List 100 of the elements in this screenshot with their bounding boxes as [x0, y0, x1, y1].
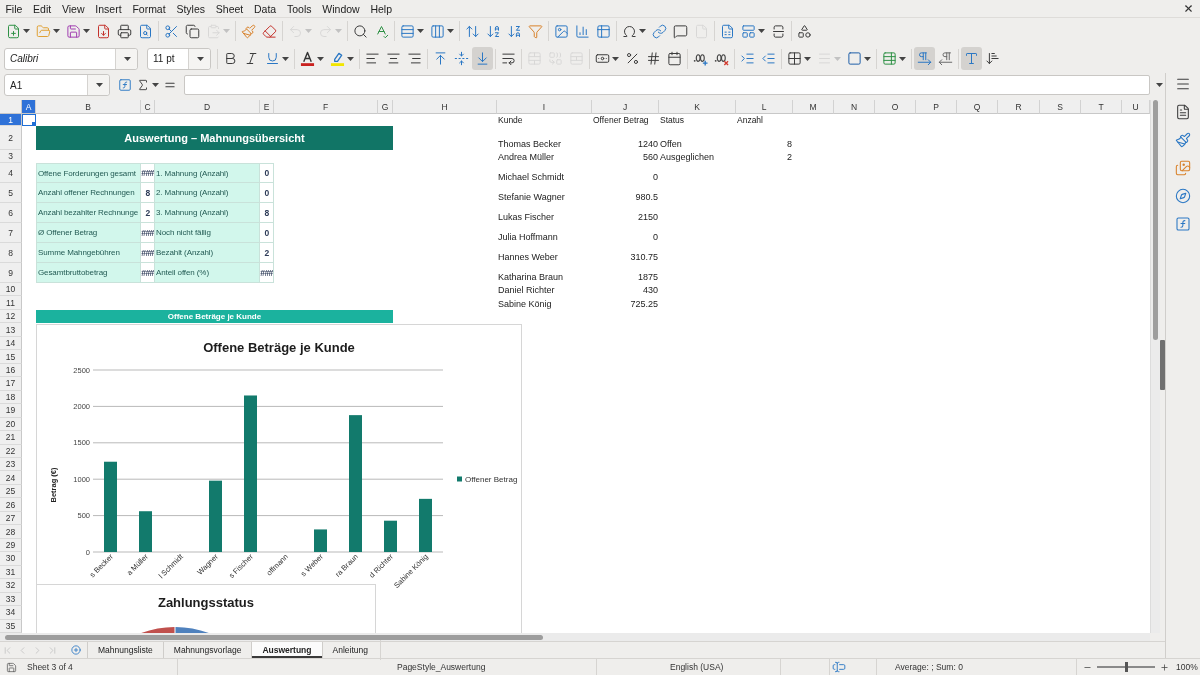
column-header[interactable]: J: [592, 100, 659, 114]
caret-icon[interactable]: [899, 56, 906, 61]
caret-icon[interactable]: [96, 83, 103, 87]
row-header[interactable]: 21: [0, 431, 22, 445]
row-header[interactable]: 24: [0, 471, 22, 485]
caret-icon[interactable]: [53, 29, 60, 33]
vertical-scrollbar[interactable]: [1150, 100, 1160, 633]
scrollbar-thumb[interactable]: [5, 634, 543, 640]
caret-icon[interactable]: [124, 56, 131, 61]
row-header[interactable]: 28: [0, 525, 22, 539]
images-icon[interactable]: [1175, 160, 1191, 176]
row-header[interactable]: 30: [0, 552, 22, 566]
column-header[interactable]: K: [659, 100, 736, 114]
row-header[interactable]: 5: [0, 183, 22, 203]
row-header[interactable]: 26: [0, 498, 22, 512]
column-header[interactable]: U: [1122, 100, 1150, 114]
caret-icon[interactable]: [83, 29, 90, 33]
name-box[interactable]: A1: [4, 74, 110, 96]
compass-icon[interactable]: [1175, 188, 1191, 204]
omega-icon[interactable]: [622, 23, 637, 39]
column-header[interactable]: Q: [957, 100, 998, 114]
caret-icon[interactable]: [864, 56, 871, 61]
caret-icon[interactable]: [612, 56, 619, 61]
column-header[interactable]: O: [875, 100, 916, 114]
menu-item[interactable]: Sheet: [210, 2, 249, 15]
column-header[interactable]: P: [916, 100, 957, 114]
menu-item[interactable]: Window: [316, 2, 366, 15]
caret-icon[interactable]: [282, 56, 289, 61]
menu-item[interactable]: Data: [248, 2, 282, 15]
save-icon[interactable]: [66, 23, 81, 39]
menu-icon[interactable]: [1175, 76, 1191, 92]
row-header[interactable]: 1: [0, 114, 22, 126]
menu-item[interactable]: Format: [127, 2, 172, 15]
sheet-tab[interactable]: Mahnungsliste: [87, 642, 163, 658]
column-header[interactable]: B: [36, 100, 141, 114]
banknote-icon[interactable]: [595, 51, 610, 66]
caret-icon[interactable]: [804, 56, 811, 61]
sheet-tab[interactable]: Auswertung: [251, 642, 322, 658]
underline-icon[interactable]: [265, 51, 280, 66]
close-icon[interactable]: [1183, 3, 1194, 14]
highlighter-icon[interactable]: [330, 51, 345, 66]
grid-icon[interactable]: [787, 51, 802, 66]
row-header[interactable]: 19: [0, 404, 22, 418]
function-icon[interactable]: [1175, 216, 1191, 232]
row-header[interactable]: 13: [0, 323, 22, 337]
row-header[interactable]: 34: [0, 606, 22, 620]
row-header[interactable]: 11: [0, 296, 22, 310]
column-header[interactable]: S: [1040, 100, 1081, 114]
font-name-combo[interactable]: Calibri: [4, 47, 138, 70]
text-cursor-icon[interactable]: [832, 660, 846, 674]
zoom-percent[interactable]: 100%: [1176, 662, 1198, 672]
menu-item[interactable]: Insert: [89, 2, 127, 15]
menu-item[interactable]: Styles: [171, 2, 211, 15]
menu-item[interactable]: File: [0, 2, 28, 15]
caret-icon[interactable]: [347, 56, 354, 61]
font-size-combo[interactable]: 11 pt: [147, 47, 211, 70]
save-icon[interactable]: [6, 661, 17, 673]
zoom-slider-thumb[interactable]: [1124, 662, 1128, 672]
row-header[interactable]: 9: [0, 263, 22, 283]
menu-item[interactable]: View: [56, 2, 90, 15]
menu-item[interactable]: Help: [365, 2, 398, 15]
row-header[interactable]: 4: [0, 163, 22, 183]
row-header[interactable]: 8: [0, 243, 22, 263]
row-header[interactable]: 17: [0, 377, 22, 391]
caret-icon[interactable]: [197, 56, 204, 61]
row-header[interactable]: 2: [0, 126, 22, 150]
column-header[interactable]: T: [1081, 100, 1122, 114]
column-header[interactable]: M: [793, 100, 834, 114]
menu-item[interactable]: Tools: [281, 2, 317, 15]
row-header[interactable]: 3: [0, 150, 22, 163]
row-header[interactable]: 10: [0, 283, 22, 297]
column-header[interactable]: N: [834, 100, 875, 114]
sigma-icon[interactable]: [136, 78, 150, 92]
caret-icon[interactable]: [1156, 83, 1163, 87]
column-header[interactable]: R: [998, 100, 1040, 114]
caret-icon[interactable]: [447, 29, 454, 33]
row-header[interactable]: 7: [0, 223, 22, 243]
column-header[interactable]: G: [378, 100, 393, 114]
column-header[interactable]: D: [155, 100, 260, 114]
scrollbar-thumb[interactable]: [1153, 100, 1158, 340]
column-header[interactable]: L: [736, 100, 793, 114]
column-header[interactable]: F: [274, 100, 378, 114]
row-header[interactable]: 32: [0, 579, 22, 593]
menu-item[interactable]: Edit: [27, 2, 57, 15]
caret-icon[interactable]: [152, 83, 159, 87]
sidebar-handle[interactable]: [1160, 340, 1165, 390]
sheet-tab[interactable]: Anleitung: [321, 642, 378, 658]
paintbrush-icon[interactable]: [1175, 132, 1191, 148]
horizontal-scrollbar[interactable]: [0, 633, 1150, 641]
document-icon[interactable]: [1175, 104, 1191, 120]
column-header[interactable]: C: [141, 100, 155, 114]
caret-icon[interactable]: [758, 29, 765, 33]
caret-icon[interactable]: [317, 56, 324, 61]
column-header[interactable]: I: [497, 100, 592, 114]
row-header[interactable]: 15: [0, 350, 22, 364]
caret-icon[interactable]: [417, 29, 424, 33]
font-color-icon[interactable]: [300, 51, 315, 66]
formula-input[interactable]: [184, 75, 1150, 95]
caret-icon[interactable]: [639, 29, 646, 33]
column-header[interactable]: H: [393, 100, 497, 114]
